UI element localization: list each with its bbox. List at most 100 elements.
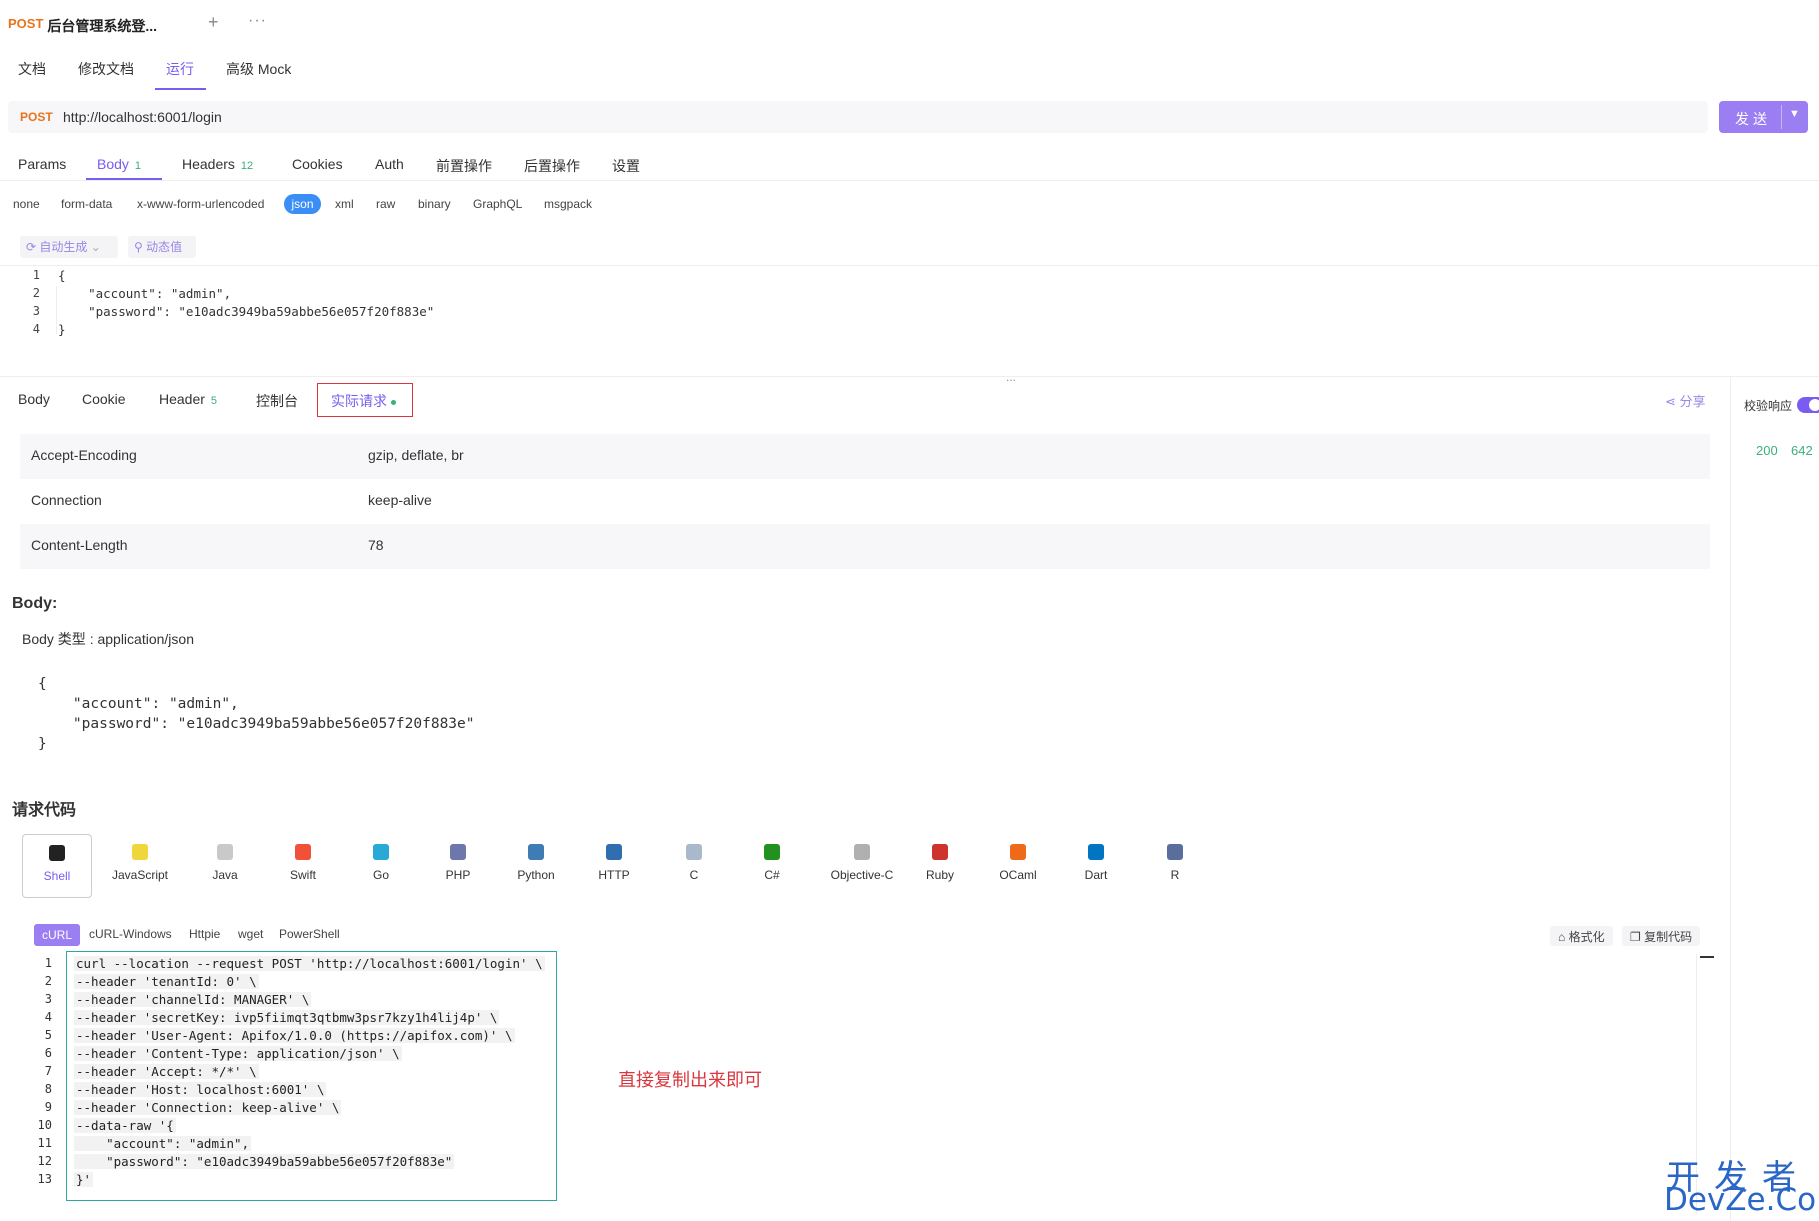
language-label: JavaScript <box>111 868 169 882</box>
language-icon <box>686 844 702 860</box>
send-divider <box>1781 105 1782 129</box>
autogen-button[interactable]: ⟳ 自动生成 ⌄ <box>20 236 118 258</box>
line-number: 9 <box>44 1100 52 1114</box>
send-button[interactable]: 发送 ▼ <box>1719 101 1808 133</box>
status-code: 200 <box>1756 443 1778 458</box>
client-tab-wget[interactable]: wget <box>238 927 263 941</box>
language-option[interactable]: Python <box>501 834 571 898</box>
resize-handle[interactable]: ... <box>1006 370 1016 384</box>
language-option[interactable]: Dart <box>1061 834 1131 898</box>
language-icon <box>373 844 389 860</box>
body-type-json[interactable]: json <box>284 194 321 214</box>
url-input[interactable]: http://localhost:6001/login <box>63 109 222 125</box>
language-icon <box>1088 844 1104 860</box>
table-row: Content-Length 78 <box>20 524 1710 569</box>
language-option[interactable]: C# <box>737 834 807 898</box>
body-type-none[interactable]: none <box>13 197 40 211</box>
line-number: 4 <box>44 1010 52 1024</box>
body-type-urlencoded[interactable]: x-www-form-urlencoded <box>137 197 264 211</box>
tab-advanced-mock[interactable]: 高级 Mock <box>226 59 291 79</box>
body-type-label: Body 类型 : application/json <box>22 631 194 647</box>
language-icon <box>295 844 311 860</box>
tab-run[interactable]: 运行 <box>166 59 194 79</box>
client-tab-curl[interactable]: cURL <box>34 924 80 946</box>
request-tab-method: POST <box>8 16 44 31</box>
tab-response-cookie[interactable]: Cookie <box>82 391 126 407</box>
tab-label: Params <box>18 156 67 172</box>
language-icon <box>606 844 622 860</box>
send-button-label: 发送 <box>1735 111 1771 127</box>
code-line: { <box>38 676 47 692</box>
tab-response-body[interactable]: Body <box>18 391 50 407</box>
language-option[interactable]: C <box>659 834 729 898</box>
dynamic-value-button[interactable]: ⚲ 动态值 <box>128 236 196 258</box>
share-button[interactable]: ⋖ 分享 <box>1665 391 1706 410</box>
client-tab-httpie[interactable]: Httpie <box>189 927 220 941</box>
tab-count: 5 <box>210 395 218 407</box>
annotation-text: 直接复制出来即可 <box>618 1070 762 1090</box>
line-number: 3 <box>44 992 52 1006</box>
body-type-raw[interactable]: raw <box>376 197 395 211</box>
tab-label: 控制台 <box>256 393 298 409</box>
tab-auth[interactable]: Auth <box>375 156 404 172</box>
language-option[interactable]: Go <box>346 834 416 898</box>
language-option[interactable]: Ruby <box>905 834 975 898</box>
format-label: 格式化 <box>1568 930 1605 944</box>
tab-response-header[interactable]: Header 5 <box>159 391 217 407</box>
chevron-down-icon[interactable]: ⌄ <box>91 240 101 254</box>
tab-docs[interactable]: 文档 <box>18 59 46 79</box>
language-option[interactable]: PHP <box>423 834 493 898</box>
body-type-xml[interactable]: xml <box>335 197 354 211</box>
body-type-graphql[interactable]: GraphQL <box>473 197 522 211</box>
language-option[interactable]: JavaScript <box>103 834 177 898</box>
copy-code-button[interactable]: ❐ 复制代码 <box>1622 926 1701 946</box>
client-tab-powershell[interactable]: PowerShell <box>279 927 340 941</box>
client-tab-curl-windows[interactable]: cURL-Windows <box>89 927 172 941</box>
method-select[interactable]: POST <box>20 110 53 124</box>
tab-console[interactable]: 控制台 <box>256 391 298 411</box>
tab-params[interactable]: Params <box>18 156 66 172</box>
tab-actual-request[interactable]: 实际请求 <box>317 383 413 417</box>
indent-guide <box>56 286 57 334</box>
copy-icon: ❐ <box>1630 930 1645 944</box>
body-type-form-data[interactable]: form-data <box>61 197 112 211</box>
request-tab[interactable]: POST 后台管理系统登... <box>0 8 190 42</box>
client-tabs: cURL cURL-Windows Httpie wget PowerShell <box>34 924 1694 946</box>
tab-pre-actions[interactable]: 前置操作 <box>436 156 492 176</box>
language-option[interactable]: Java <box>190 834 260 898</box>
tab-post-actions[interactable]: 后置操作 <box>524 156 580 176</box>
tab-body[interactable]: Body 1 <box>97 156 141 172</box>
language-label: Go <box>372 868 389 882</box>
line-number: 8 <box>44 1082 52 1096</box>
verify-response-toggle[interactable] <box>1797 397 1819 413</box>
body-type-msgpack[interactable]: msgpack <box>544 197 592 211</box>
add-tab-icon[interactable]: + <box>208 12 219 33</box>
language-option[interactable]: R <box>1140 834 1210 898</box>
body-editor[interactable]: 1 2 3 4 { "account": "admin", "password"… <box>0 265 1819 345</box>
format-button[interactable]: ⌂ 格式化 <box>1550 926 1613 946</box>
response-side-panel <box>1730 376 1819 1221</box>
language-icon <box>932 844 948 860</box>
line-number: 3 <box>32 304 40 318</box>
collapse-icon[interactable] <box>1700 956 1714 958</box>
tab-cookies[interactable]: Cookies <box>292 156 343 172</box>
line-number: 1 <box>32 268 40 282</box>
url-bar[interactable]: POST http://localhost:6001/login <box>8 101 1708 133</box>
line-number: 12 <box>37 1154 52 1168</box>
tab-label: Cookies <box>292 156 343 172</box>
line-number: 4 <box>32 322 40 336</box>
chevron-down-icon[interactable]: ▼ <box>1789 108 1800 120</box>
language-option[interactable]: Shell <box>22 834 92 898</box>
language-option[interactable]: OCaml <box>983 834 1053 898</box>
table-row: Connection keep-alive <box>20 479 1710 524</box>
language-option[interactable]: Objective-C <box>815 834 909 898</box>
tab-edit-docs[interactable]: 修改文档 <box>78 59 134 79</box>
wand-icon: ⚲ <box>134 240 147 254</box>
tab-headers[interactable]: Headers 12 <box>182 156 253 172</box>
body-type-binary[interactable]: binary <box>418 197 451 211</box>
format-icon: ⌂ <box>1558 930 1569 944</box>
more-icon[interactable]: ··· <box>248 12 267 30</box>
language-option[interactable]: Swift <box>268 834 338 898</box>
tab-settings[interactable]: 设置 <box>612 156 640 176</box>
language-option[interactable]: HTTP <box>579 834 649 898</box>
